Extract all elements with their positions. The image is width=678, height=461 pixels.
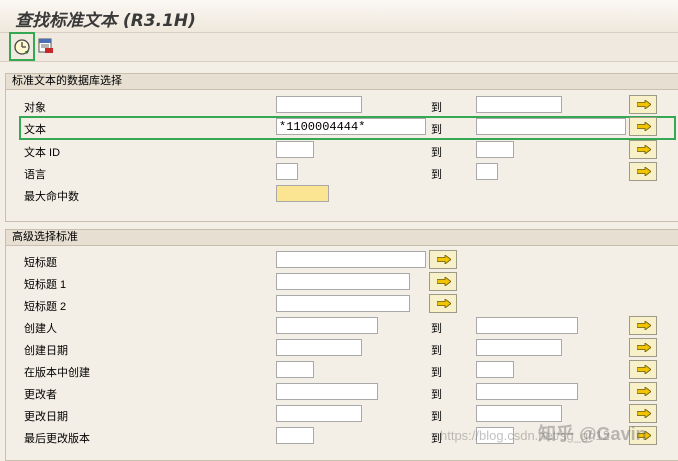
language-to-input[interactable] xyxy=(476,163,498,180)
watermark-zhihu: 知乎 @Gavin xyxy=(538,424,647,444)
group-title: 高级选择标准 xyxy=(6,230,678,246)
arrow-right-icon xyxy=(437,255,451,264)
max-hits-input[interactable] xyxy=(276,185,329,202)
arrow-right-icon xyxy=(637,321,651,330)
page-title: 查找标准文本 (R3.1H) xyxy=(15,11,196,31)
to-label: 到 xyxy=(431,323,442,335)
label-short-title: 短标题 xyxy=(24,257,57,269)
created-date-from-input[interactable] xyxy=(276,339,362,356)
execute-button[interactable] xyxy=(9,32,35,61)
arrow-right-icon xyxy=(637,365,651,374)
multiple-selection-button[interactable] xyxy=(629,382,657,401)
language-from-input[interactable] xyxy=(276,163,298,180)
multiple-selection-button[interactable] xyxy=(429,250,457,269)
short-title-1-input[interactable] xyxy=(276,273,410,290)
arrow-right-icon xyxy=(437,299,451,308)
to-label: 到 xyxy=(431,124,442,136)
label-text-id: 文本 ID xyxy=(24,147,61,159)
label-max-hits: 最大命中数 xyxy=(24,191,79,203)
short-title-input[interactable] xyxy=(276,251,426,268)
label-object: 对象 xyxy=(24,102,46,114)
arrow-right-icon xyxy=(637,387,651,396)
label-created-by: 创建人 xyxy=(24,323,57,335)
arrow-right-icon xyxy=(637,122,651,131)
arrow-right-icon xyxy=(637,145,651,154)
title-bar: 查找标准文本 (R3.1H) xyxy=(0,0,678,33)
label-short-title-2: 短标题 2 xyxy=(24,301,67,313)
text-id-from-input[interactable] xyxy=(276,141,314,158)
label-changed-by: 更改者 xyxy=(24,389,57,401)
execute-icon xyxy=(14,39,30,55)
label-changed-date: 更改日期 xyxy=(24,411,68,423)
created-by-from-input[interactable] xyxy=(276,317,378,334)
label-language: 语言 xyxy=(24,169,46,181)
to-label: 到 xyxy=(431,389,442,401)
multiple-selection-button[interactable] xyxy=(629,140,657,159)
to-label: 到 xyxy=(431,102,442,114)
created-date-to-input[interactable] xyxy=(476,339,562,356)
print-icon xyxy=(38,38,53,53)
multiple-selection-button[interactable] xyxy=(429,272,457,291)
toolbar xyxy=(0,33,678,62)
label-short-title-1: 短标题 1 xyxy=(24,279,67,291)
created-release-from-input[interactable] xyxy=(276,361,314,378)
multiple-selection-button[interactable] xyxy=(629,338,657,357)
label-last-changed-release: 最后更改版本 xyxy=(24,433,90,445)
to-label: 到 xyxy=(431,147,442,159)
text-to-input[interactable] xyxy=(476,118,626,135)
multiple-selection-button[interactable] xyxy=(629,360,657,379)
arrow-right-icon xyxy=(637,409,651,418)
created-by-to-input[interactable] xyxy=(476,317,578,334)
to-label: 到 xyxy=(431,411,442,423)
label-text: 文本 xyxy=(24,124,46,136)
object-to-input[interactable] xyxy=(476,96,562,113)
multiple-selection-button[interactable] xyxy=(429,294,457,313)
object-from-input[interactable] xyxy=(276,96,362,113)
multiple-selection-button[interactable] xyxy=(629,316,657,335)
short-title-2-input[interactable] xyxy=(276,295,410,312)
changed-date-from-input[interactable] xyxy=(276,405,362,422)
to-label: 到 xyxy=(431,169,442,181)
changed-by-from-input[interactable] xyxy=(276,383,378,400)
multiple-selection-button[interactable] xyxy=(629,117,657,136)
created-release-to-input[interactable] xyxy=(476,361,514,378)
multiple-selection-button[interactable] xyxy=(629,95,657,114)
label-created-in-release: 在版本中创建 xyxy=(24,367,90,379)
group-title: 标准文本的数据库选择 xyxy=(6,74,678,90)
arrow-right-icon xyxy=(637,167,651,176)
arrow-right-icon xyxy=(637,100,651,109)
label-created-date: 创建日期 xyxy=(24,345,68,357)
text-id-to-input[interactable] xyxy=(476,141,514,158)
arrow-right-icon xyxy=(437,277,451,286)
multiple-selection-button[interactable] xyxy=(629,162,657,181)
to-label: 到 xyxy=(431,345,442,357)
print-button[interactable] xyxy=(37,37,59,59)
last-release-from-input[interactable] xyxy=(276,427,314,444)
to-label: 到 xyxy=(431,367,442,379)
text-from-input[interactable] xyxy=(276,118,426,135)
changed-by-to-input[interactable] xyxy=(476,383,578,400)
arrow-right-icon xyxy=(637,343,651,352)
